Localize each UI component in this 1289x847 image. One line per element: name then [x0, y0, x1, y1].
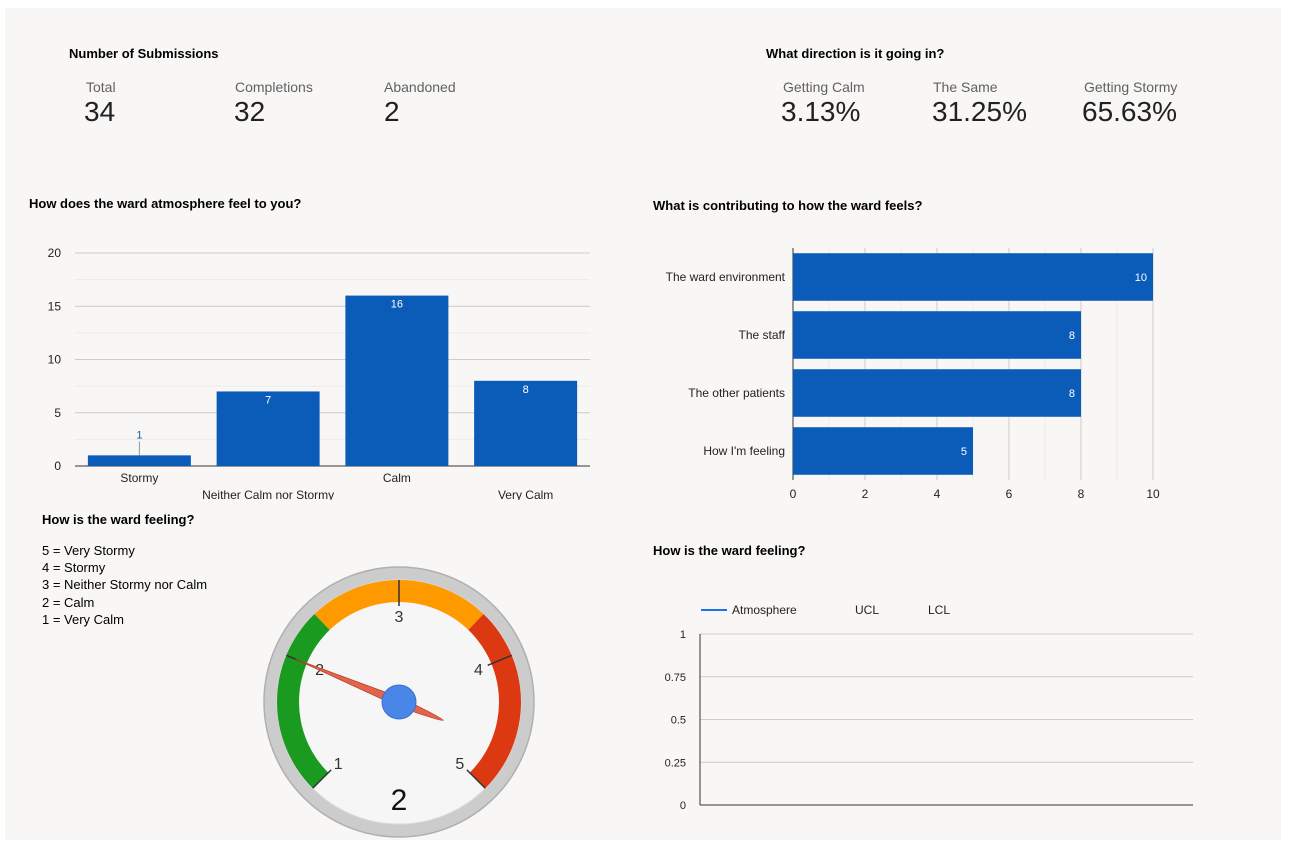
gauge-tick-label: 1	[334, 756, 343, 773]
legend-label: Atmosphere	[732, 603, 797, 617]
gauge-tick-label: 3	[395, 609, 404, 626]
data-label: 16	[391, 299, 403, 311]
atmosphere-chart-title: How does the ward atmosphere feel to you…	[29, 196, 302, 211]
scale-legend-item: 1 = Very Calm	[42, 612, 125, 627]
data-label: 7	[265, 394, 271, 406]
legend-label: LCL	[928, 603, 950, 617]
kpi-getting-calm-label: Getting Calm	[783, 79, 865, 95]
y-tick-label: The staff	[739, 328, 786, 342]
data-label: 1	[136, 429, 142, 441]
scale-legend-item: 4 = Stormy	[42, 560, 106, 575]
y-tick-label: 0	[680, 800, 686, 812]
y-tick-label: 0.25	[665, 757, 686, 769]
kpi-getting-stormy-label: Getting Stormy	[1084, 79, 1178, 95]
bar	[87, 455, 191, 466]
y-tick-label: How I'm feeling	[703, 444, 785, 458]
x-tick-label: 10	[1146, 487, 1160, 501]
kpi-completions-label: Completions	[235, 79, 313, 95]
y-tick-label: 0.5	[671, 715, 686, 727]
x-tick-label: 6	[1006, 487, 1013, 501]
kpi-total-value: 34	[84, 96, 116, 127]
bar	[793, 427, 973, 475]
y-tick-label: 0.75	[665, 672, 686, 684]
data-label: 8	[1069, 388, 1075, 400]
x-tick-label: 8	[1078, 487, 1085, 501]
y-tick-label: 1	[680, 629, 686, 641]
kpi-abandoned-value: 2	[384, 96, 400, 127]
ward-feeling-line-chart: 0 0.25 0.5 0.75 1 Atmosphere UCL LCL	[665, 603, 1193, 812]
kpi-getting-stormy-value: 65.63%	[1082, 96, 1177, 127]
legend-label: UCL	[855, 603, 879, 617]
contributing-chart-title: What is contributing to how the ward fee…	[653, 198, 923, 213]
data-label: 8	[523, 384, 529, 396]
data-label: 10	[1135, 272, 1147, 284]
ward-feeling-gauge: 123452	[263, 566, 535, 838]
kpi-the-same-label: The Same	[933, 79, 998, 95]
kpi-abandoned-label: Abandoned	[384, 79, 456, 95]
bar	[345, 295, 449, 466]
y-tick-label: 5	[54, 406, 61, 420]
data-label: 5	[961, 446, 967, 458]
y-tick-label: 0	[54, 459, 61, 473]
direction-title: What direction is it going in?	[766, 46, 945, 61]
gauge-value-label: 2	[391, 784, 408, 817]
kpi-total-label: Total	[86, 79, 116, 95]
dashboard: Number of Submissions Total 34 Completio…	[5, 8, 1281, 840]
x-tick-label: Neither Calm nor Stormy	[202, 488, 334, 500]
y-tick-label: 10	[48, 353, 62, 367]
gauge-tick-label: 4	[474, 662, 483, 679]
bar	[793, 369, 1081, 417]
data-label: 8	[1069, 330, 1075, 342]
kpi-getting-calm-value: 3.13%	[781, 96, 861, 127]
x-tick-label: 4	[934, 487, 941, 501]
gauge-tick-label: 5	[455, 756, 464, 773]
submissions-title: Number of Submissions	[69, 46, 219, 61]
y-tick-label: The ward environment	[666, 270, 786, 284]
gauge-panel-title: How is the ward feeling?	[42, 512, 195, 527]
bar	[793, 253, 1153, 301]
x-tick-label: Very Calm	[498, 488, 553, 500]
kpi-completions-value: 32	[234, 96, 266, 127]
x-tick-label: 2	[862, 487, 869, 501]
y-tick-label: The other patients	[688, 386, 785, 400]
x-tick-label: Calm	[383, 471, 411, 485]
y-tick-label: 15	[48, 299, 62, 313]
contributing-bar-chart: 0 2 4 6 8 10 10 The ward environment 8 The staff 8…	[666, 248, 1160, 501]
gauge-hub	[381, 684, 417, 720]
line-chart-title: How is the ward feeling?	[653, 543, 806, 558]
x-tick-label: 0	[790, 487, 797, 501]
bar	[793, 311, 1081, 359]
scale-legend-item: 2 = Calm	[42, 595, 95, 610]
scale-legend-item: 3 = Neither Stormy nor Calm	[42, 577, 208, 592]
x-tick-label: Stormy	[120, 471, 158, 485]
scale-legend-item: 5 = Very Stormy	[42, 543, 135, 558]
kpi-the-same-value: 31.25%	[932, 96, 1027, 127]
atmosphere-bar-chart: 0 5 10 15 20 1 Stormy 7 Neither Calm nor Stormy 1…	[48, 246, 590, 500]
y-tick-label: 20	[48, 246, 62, 260]
